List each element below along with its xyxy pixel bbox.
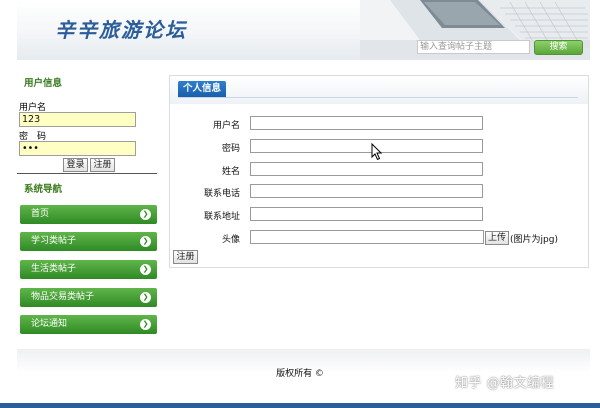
password-field[interactable] [250, 139, 483, 153]
nav-item-label: 物品交易类帖子 [31, 292, 95, 302]
upload-hint: (图片为jpg) [510, 235, 558, 245]
username-field-label: 用户名 [212, 121, 240, 131]
sidebar-divider [17, 173, 157, 174]
login-button[interactable]: 登录 [63, 158, 88, 172]
avatar-file-field[interactable] [250, 230, 484, 244]
site-title: 辛辛旅游论坛 [55, 18, 187, 42]
chevron-right-icon: ❯ [140, 236, 151, 247]
upload-button[interactable]: 上传 [485, 231, 509, 245]
panel-header: 个人信息 [170, 76, 588, 104]
search-input[interactable] [417, 40, 530, 54]
submit-register-button[interactable]: 注册 [173, 250, 198, 264]
username-input[interactable] [19, 112, 136, 127]
nav-item-forum-notice[interactable]: 论坛通知 ❯ [20, 315, 157, 334]
nav-item-label: 学习类帖子 [31, 236, 77, 246]
nav-item-home[interactable]: 首页 ❯ [20, 205, 157, 224]
bottom-bar [0, 403, 600, 408]
username-field[interactable] [250, 116, 483, 130]
tab-personal-info[interactable]: 个人信息 [178, 81, 227, 97]
address-field-label: 联系地址 [203, 212, 240, 222]
user-info-title: 用户信息 [24, 78, 63, 89]
address-field[interactable] [250, 207, 483, 221]
nav-item-label: 生活类帖子 [31, 264, 77, 274]
site-header: 辛辛旅游论坛 搜索 [17, 0, 590, 60]
nav-item-trade-posts[interactable]: 物品交易类帖子 ❯ [20, 288, 157, 307]
password-field-label: 密码 [221, 144, 240, 154]
phone-field-label: 联系电话 [203, 189, 240, 199]
search-button[interactable]: 搜索 [534, 40, 583, 55]
name-field-label: 姓名 [221, 167, 240, 177]
avatar-field-label: 头像 [221, 235, 240, 245]
register-button[interactable]: 注册 [90, 158, 115, 172]
nav-item-label: 论坛通知 [31, 319, 68, 329]
password-input[interactable] [19, 141, 136, 156]
nav-item-study-posts[interactable]: 学习类帖子 ❯ [20, 232, 157, 251]
name-field[interactable] [250, 162, 483, 176]
phone-field[interactable] [250, 184, 483, 198]
mouse-cursor-icon [371, 143, 383, 161]
chevron-right-icon: ❯ [140, 319, 151, 330]
nav-item-life-posts[interactable]: 生活类帖子 ❯ [20, 260, 157, 279]
chevron-right-icon: ❯ [140, 209, 151, 220]
chevron-right-icon: ❯ [140, 264, 151, 275]
watermark: 知乎 @翰文编程 [455, 376, 555, 391]
chevron-right-icon: ❯ [140, 292, 151, 303]
system-nav-title: 系统导航 [24, 184, 63, 195]
tab-underline [178, 97, 578, 98]
personal-info-panel: 个人信息 用户名 密码 姓名 联系电话 联系地址 头像 上传 (图片为jpg) … [169, 75, 589, 268]
nav-item-label: 首页 [31, 209, 50, 219]
